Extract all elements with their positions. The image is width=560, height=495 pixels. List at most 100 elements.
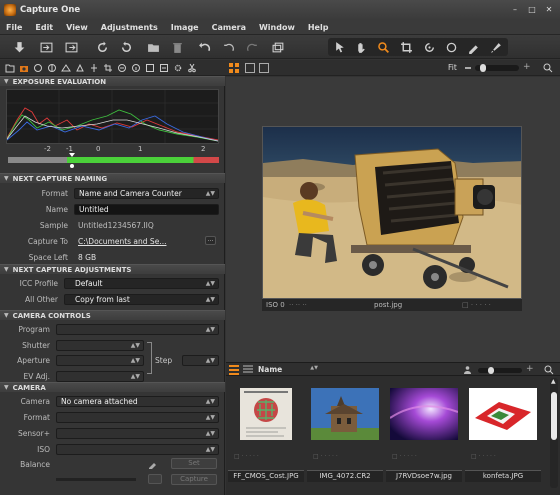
rating-dots[interactable]: □ · · · · ·	[471, 453, 496, 460]
set-button[interactable]: Set	[171, 458, 217, 469]
output-tab-icon[interactable]	[143, 61, 156, 74]
download-icon[interactable]	[11, 39, 28, 55]
pan-hand-icon[interactable]	[353, 39, 370, 55]
trash-icon[interactable]	[169, 39, 186, 55]
thumb-size-plus-icon[interactable]: +	[526, 364, 534, 374]
metadata-tab-icon[interactable]	[129, 61, 142, 74]
sensor-select[interactable]: ▲▼	[56, 427, 219, 439]
user-icon[interactable]	[464, 366, 471, 374]
icc-profile-select[interactable]: Default ▲▼	[64, 277, 219, 289]
menu-camera[interactable]: Camera	[212, 23, 246, 32]
viewer-image[interactable]	[262, 126, 522, 299]
redo-icon[interactable]	[244, 39, 261, 55]
next-capture-naming-header[interactable]: ▼ NEXT CAPTURE NAMING	[0, 173, 225, 183]
color-tab-icon[interactable]	[31, 61, 44, 74]
sort-select[interactable]: Name ▲▼	[258, 365, 318, 375]
name-input[interactable]: Untitled	[74, 203, 219, 215]
capture-tab-icon[interactable]	[17, 61, 30, 74]
camera-capture-icon[interactable]	[148, 474, 162, 484]
settings-gear-icon[interactable]	[171, 61, 184, 74]
zoom-in-icon[interactable]: +	[523, 63, 531, 72]
grid-view-icon[interactable]	[229, 63, 239, 73]
crop-icon[interactable]	[398, 39, 415, 55]
stack-icon[interactable]	[270, 39, 287, 55]
rating-dots[interactable]: □ · · · · ·	[313, 453, 338, 460]
search-icon[interactable]	[544, 365, 554, 375]
ev-adj-select[interactable]: ▲▼	[56, 370, 144, 382]
iso-select[interactable]: ▲▼	[56, 443, 219, 455]
all-other-select[interactable]: Copy from last ▲▼	[64, 293, 219, 305]
import-icon[interactable]	[38, 39, 55, 55]
menu-edit[interactable]: Edit	[35, 23, 53, 32]
close-button[interactable]: ✕	[542, 3, 556, 15]
adjust-tab-icon[interactable]	[115, 61, 128, 74]
dropdown-arrow-icon: ▲▼	[205, 279, 215, 287]
format-select[interactable]: Name and Camera Counter ▲▼	[74, 187, 219, 199]
brush-icon[interactable]	[488, 39, 505, 55]
camera-label: Camera	[20, 396, 50, 406]
zoom-out-icon[interactable]	[465, 67, 471, 69]
rating-stars[interactable]: □ · · · · ·	[462, 301, 491, 309]
menu-adjustments[interactable]: Adjustments	[101, 23, 158, 32]
browser-scrollbar[interactable]: ▲	[550, 378, 558, 488]
list-view-icon[interactable]	[243, 365, 253, 375]
menu-view[interactable]: View	[66, 23, 88, 32]
balance-slider[interactable]	[56, 478, 136, 481]
program-select[interactable]: ▲▼	[56, 323, 219, 335]
details-tab-icon[interactable]	[73, 61, 86, 74]
minimize-button[interactable]: –	[508, 3, 522, 15]
scroll-up-icon[interactable]: ▲	[551, 378, 556, 385]
library-tab-icon[interactable]	[3, 61, 16, 74]
camera-header[interactable]: ▼ CAMERA	[0, 382, 225, 392]
menu-image[interactable]: Image	[171, 23, 199, 32]
shutter-select[interactable]: ▲▼	[56, 339, 144, 351]
loupe-icon[interactable]	[543, 63, 553, 73]
menu-file[interactable]: File	[6, 23, 22, 32]
iso-label: ISO	[37, 444, 50, 454]
meter-dot-icon	[70, 164, 74, 168]
next-capture-adjustments-header[interactable]: ▼ NEXT CAPTURE ADJUSTMENTS	[0, 264, 225, 274]
compare-view-icon[interactable]	[259, 63, 269, 73]
thumbnail-view-icon[interactable]	[229, 365, 239, 375]
exposure-tab-icon[interactable]	[45, 61, 58, 74]
capture-button[interactable]: Capture	[171, 474, 217, 485]
scissors-icon[interactable]	[185, 61, 198, 74]
circle-tool-icon[interactable]	[443, 39, 460, 55]
thumb-size-slider[interactable]	[478, 367, 522, 374]
select-cursor-icon[interactable]	[332, 39, 349, 55]
rating-dots[interactable]: □ · · · · ·	[234, 453, 259, 460]
step-select[interactable]: ▲▼	[182, 354, 219, 366]
focus-tab-icon[interactable]	[87, 61, 100, 74]
export-icon[interactable]	[63, 39, 80, 55]
rotate-ccw-icon[interactable]	[94, 39, 111, 55]
zoom-slider-thumb[interactable]	[480, 64, 486, 72]
maximize-button[interactable]: □	[525, 3, 539, 15]
undo-icon[interactable]	[196, 39, 213, 55]
tick-label: -2	[44, 145, 51, 153]
camera-format-select[interactable]: ▲▼	[56, 411, 219, 423]
folder-icon[interactable]	[145, 39, 162, 55]
crop-tab-icon[interactable]	[101, 61, 114, 74]
zoom-slider[interactable]	[475, 64, 519, 72]
zoom-icon[interactable]	[375, 39, 392, 55]
capture-to-link[interactable]: C:\Documents and Se...	[78, 237, 166, 246]
rotate-tool-icon[interactable]	[421, 39, 438, 55]
lens-tab-icon[interactable]	[59, 61, 72, 74]
undo-step-icon[interactable]	[220, 39, 237, 55]
camera-controls-header[interactable]: ▼ CAMERA CONTROLS	[0, 310, 225, 320]
thumbnail-caption: J7RVDsoe7w.jpg	[386, 470, 462, 482]
scrollbar-thumb[interactable]	[551, 392, 557, 440]
menu-window[interactable]: Window	[259, 23, 295, 32]
rating-dots[interactable]: □ · · · · ·	[392, 453, 417, 460]
single-view-icon[interactable]	[245, 63, 255, 73]
picker-icon[interactable]	[148, 459, 158, 470]
thumb-size-thumb[interactable]	[488, 367, 494, 374]
rotate-cw-icon[interactable]	[118, 39, 135, 55]
picker-icon[interactable]	[465, 39, 482, 55]
menu-help[interactable]: Help	[308, 23, 329, 32]
browse-folder-button[interactable]: ...	[205, 236, 216, 245]
exposure-evaluation-header[interactable]: ▼ EXPOSURE EVALUATION	[0, 76, 225, 86]
batch-tab-icon[interactable]	[157, 61, 170, 74]
aperture-select[interactable]: ▲▼	[56, 354, 144, 366]
camera-select[interactable]: No camera attached ▲▼	[56, 395, 219, 407]
